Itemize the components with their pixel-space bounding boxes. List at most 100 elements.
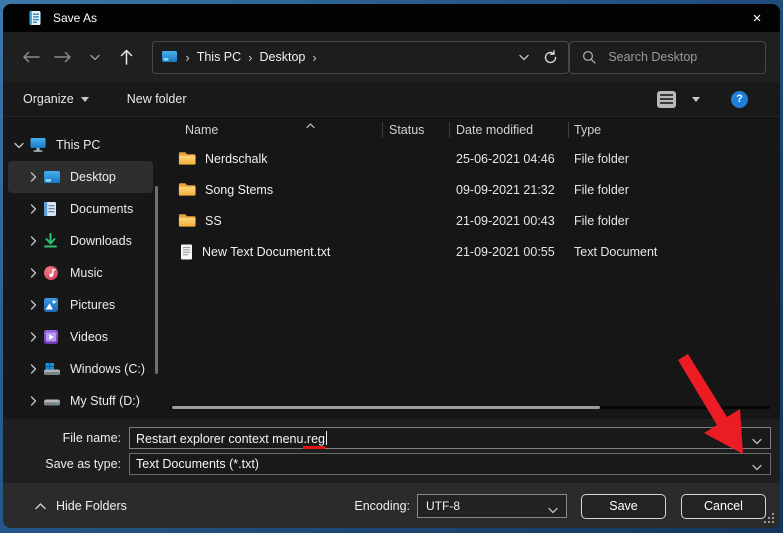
sidebar-item-pictures[interactable]: Pictures <box>8 289 153 321</box>
column-header-date-modified[interactable]: Date modified <box>449 117 568 143</box>
videos-icon <box>44 330 58 344</box>
navigation-bar: › This PC › Desktop › Search Desktop <box>3 32 780 82</box>
dialog-content: This PC Desktop Documents Downloads Musi… <box>3 117 780 419</box>
help-icon[interactable]: ? <box>731 90 748 108</box>
navigation-pane: This PC Desktop Documents Downloads Musi… <box>3 117 158 419</box>
cancel-button[interactable]: Cancel <box>681 493 766 519</box>
drive-icon <box>44 399 60 406</box>
chevron-right-icon <box>30 268 36 278</box>
windows-drive-icon <box>44 363 60 375</box>
window-title: Save As <box>53 11 98 25</box>
column-header-status[interactable]: Status <box>382 117 449 143</box>
save-as-type-dropdown-icon[interactable] <box>752 460 762 474</box>
folder-icon <box>178 152 196 165</box>
notepad-app-icon <box>29 11 41 25</box>
sidebar-item-documents[interactable]: Documents <box>8 193 153 225</box>
chevron-down-icon <box>80 96 89 102</box>
chevron-right-icon <box>30 364 36 374</box>
table-row[interactable]: Song Stems 09-09-2021 21:32 File folder <box>158 174 780 205</box>
close-button[interactable]: × <box>734 4 780 32</box>
encoding-value: UTF-8 <box>426 499 460 513</box>
file-name-input[interactable]: Restart explorer context menu.reg <box>129 427 771 449</box>
desktop-icon <box>44 171 60 183</box>
save-as-type-label: Save as type: <box>45 457 121 471</box>
file-name-dropdown-icon[interactable] <box>752 434 762 448</box>
resize-grip[interactable] <box>768 517 770 519</box>
file-name-label: File name: <box>62 431 121 445</box>
address-bar[interactable]: › This PC › Desktop › <box>152 40 570 74</box>
file-name-section: File name: Restart explorer context menu… <box>3 419 780 483</box>
new-folder-button[interactable]: New folder <box>127 92 187 106</box>
breadcrumb-separator-icon: › <box>312 49 317 65</box>
table-row[interactable]: SS 21-09-2021 00:43 File folder <box>158 205 780 236</box>
folder-icon <box>178 214 196 227</box>
this-pc-icon <box>162 51 178 62</box>
forward-button[interactable] <box>53 47 73 67</box>
sidebar-item-videos[interactable]: Videos <box>8 321 153 353</box>
documents-icon <box>44 202 56 216</box>
chevron-right-icon <box>30 396 36 406</box>
table-row[interactable]: Nerdschalk 25-06-2021 04:46 File folder <box>158 143 780 174</box>
dialog-footer: Hide Folders Encoding: UTF-8 Save Cancel <box>3 483 780 528</box>
save-button[interactable]: Save <box>581 493 666 519</box>
breadcrumb-separator-icon: › <box>248 49 253 65</box>
up-button[interactable] <box>117 47 137 67</box>
refresh-icon[interactable] <box>543 49 558 65</box>
save-as-dialog: Save As × › This PC › Desktop › Search D… <box>3 4 780 528</box>
downloads-icon <box>44 233 57 248</box>
save-as-type-value: Text Documents (*.txt) <box>136 457 259 471</box>
file-list-pane: Name Status Date modified Type Nerdschal… <box>158 117 780 419</box>
file-name-value: Restart explorer context menu <box>136 431 304 446</box>
recent-locations-button[interactable] <box>85 47 105 67</box>
chevron-right-icon <box>30 204 36 214</box>
chevron-right-icon <box>30 300 36 310</box>
chevron-right-icon <box>30 172 36 182</box>
column-headers: Name Status Date modified Type <box>158 117 780 143</box>
search-placeholder: Search Desktop <box>608 50 698 64</box>
folder-icon <box>178 183 196 196</box>
save-as-type-select[interactable]: Text Documents (*.txt) <box>129 453 771 475</box>
chevron-down-icon <box>89 54 100 60</box>
encoding-label: Encoding: <box>354 499 410 513</box>
organize-button[interactable]: Organize <box>23 92 89 106</box>
music-icon <box>44 266 58 280</box>
sidebar-item-this-pc[interactable]: This PC <box>8 129 153 161</box>
chevron-up-icon <box>35 502 46 509</box>
breadcrumb-separator-icon: › <box>185 49 190 65</box>
up-arrow-icon <box>120 49 133 65</box>
horizontal-scrollbar[interactable] <box>170 406 770 409</box>
column-header-type[interactable]: Type <box>568 117 780 143</box>
sidebar-item-music[interactable]: Music <box>8 257 153 289</box>
sidebar-item-downloads[interactable]: Downloads <box>8 225 153 257</box>
sidebar-item-my-stuff-d[interactable]: My Stuff (D:) <box>8 385 153 417</box>
view-mode-dropdown-icon[interactable] <box>692 96 700 102</box>
back-arrow-icon <box>23 51 40 63</box>
text-file-icon <box>181 244 192 259</box>
search-input[interactable]: Search Desktop <box>569 40 766 74</box>
breadcrumb-this-pc[interactable]: This PC <box>197 50 241 64</box>
chevron-right-icon <box>30 236 36 246</box>
chevron-down-icon <box>14 142 24 148</box>
breadcrumb-desktop[interactable]: Desktop <box>260 50 306 64</box>
close-icon: × <box>752 9 762 27</box>
view-mode-button[interactable] <box>657 90 676 108</box>
address-dropdown-icon[interactable] <box>519 54 529 61</box>
text-cursor <box>326 430 327 445</box>
search-icon <box>583 50 596 64</box>
back-button[interactable] <box>21 47 41 67</box>
encoding-select[interactable]: UTF-8 <box>417 494 567 518</box>
title-bar: Save As × <box>3 4 780 32</box>
this-pc-icon <box>30 138 46 152</box>
command-toolbar: Organize New folder ? <box>3 82 780 117</box>
file-name-extension-underlined: .reg <box>303 431 325 449</box>
column-header-name[interactable]: Name <box>158 117 382 143</box>
sidebar-item-windows-c[interactable]: Windows (C:) <box>8 353 153 385</box>
forward-arrow-icon <box>54 51 71 63</box>
hide-folders-button[interactable]: Hide Folders <box>35 499 127 513</box>
encoding-dropdown-icon <box>548 503 558 517</box>
chevron-right-icon <box>30 332 36 342</box>
table-row[interactable]: New Text Document.txt 21-09-2021 00:55 T… <box>158 236 780 267</box>
pictures-icon <box>44 298 58 312</box>
sidebar-item-desktop[interactable]: Desktop <box>8 161 153 193</box>
horizontal-scrollbar-thumb[interactable] <box>172 406 600 409</box>
